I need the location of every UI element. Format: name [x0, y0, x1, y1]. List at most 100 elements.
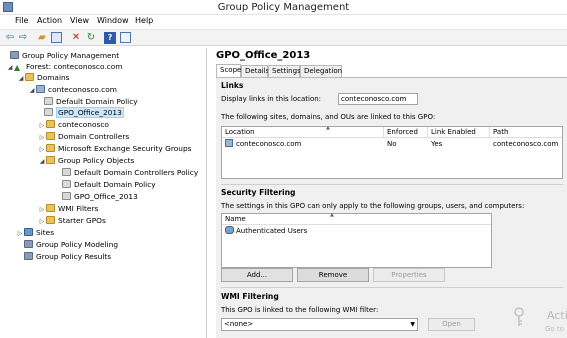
tab-settings[interactable]: Settings [268, 65, 301, 77]
tree-modeling[interactable]: Group Policy Modeling [24, 239, 118, 250]
folder-icon [46, 216, 55, 224]
collapse-icon[interactable]: ◢ [38, 156, 46, 167]
open-button[interactable]: Open [428, 318, 475, 331]
add-button[interactable]: Add... [221, 268, 293, 282]
expand-icon[interactable]: ▷ [38, 204, 46, 215]
modeling-icon [24, 240, 33, 248]
expand-icon[interactable]: ▷ [38, 144, 46, 155]
title-bar: Group Policy Management [0, 0, 567, 15]
section-divider [221, 184, 563, 185]
display-links-label: Display links in this location: [221, 95, 322, 103]
expand-icon[interactable]: ▷ [38, 132, 46, 143]
toolbar: ⇦ ⇨ ▰ ✕ ↻ ? [0, 29, 567, 46]
col-location[interactable]: Location [222, 127, 384, 138]
tree-domains[interactable]: ◢ Domains [17, 72, 70, 83]
tree-obj-ddp[interactable]: Default Domain Policy [62, 179, 156, 190]
console-tree-icon[interactable] [51, 32, 62, 43]
tree-root[interactable]: Group Policy Management [2, 50, 119, 61]
tab-scope[interactable]: Scope [216, 64, 241, 77]
activation-watermark-subtext: Go to [545, 325, 564, 333]
tree-ou-conteconosco[interactable]: ▷ conteconosco [38, 119, 109, 130]
back-icon[interactable]: ⇦ [4, 32, 16, 44]
security-filtering-text: The settings in this GPO can only apply … [221, 202, 525, 210]
ou-icon [46, 120, 55, 128]
tab-details[interactable]: Details [241, 65, 269, 77]
tree-sites[interactable]: ▷ Sites [16, 227, 54, 238]
col-link-enabled[interactable]: Link Enabled [428, 127, 490, 138]
collapse-icon[interactable]: ◢ [17, 73, 25, 84]
tree-default-domain-policy-link[interactable]: Default Domain Policy [44, 96, 138, 107]
menu-view[interactable]: View [70, 16, 89, 25]
list-item[interactable]: Authenticated Users [222, 226, 491, 236]
security-principal: Authenticated Users [236, 227, 308, 235]
tree-results[interactable]: Group Policy Results [24, 251, 111, 262]
gpo-icon [62, 168, 71, 176]
chevron-down-icon: ▼ [410, 321, 415, 328]
linked-locations-text: The following sites, domains, and OUs ar… [221, 113, 436, 121]
collapse-icon[interactable]: ◢ [28, 85, 36, 96]
details-pane: GPO_Office_2013 Scope Details Settings D… [214, 48, 567, 338]
sort-asc-icon: ▲ [326, 125, 330, 131]
collapse-icon[interactable]: ◢ [6, 62, 14, 73]
section-divider [221, 287, 563, 288]
menu-bar: File Action View Window Help [0, 15, 567, 29]
domain-icon [36, 85, 45, 93]
wmi-filter-select[interactable]: <none> ▼ [221, 318, 418, 331]
cell-link-enabled: Yes [431, 140, 443, 148]
ou-icon [46, 132, 55, 140]
links-heading: Links [221, 81, 244, 90]
display-links-field[interactable]: conteconosco.com [338, 93, 418, 105]
tree-gpo-objects[interactable]: ◢ Group Policy Objects [38, 155, 134, 166]
properties-icon[interactable] [120, 32, 131, 43]
gpo-icon [62, 192, 71, 200]
wmi-filtering-heading: WMI Filtering [221, 292, 279, 301]
cell-enforced: No [387, 140, 397, 148]
key-icon [514, 307, 524, 326]
tree-obj-ddcp[interactable]: Default Domain Controllers Policy [62, 167, 198, 178]
domain-icon [225, 139, 233, 147]
scope-tab-content: Links Display links in this location: co… [216, 77, 567, 338]
tree-domain-controllers[interactable]: ▷ Domain Controllers [38, 131, 129, 142]
cell-path: conteconosco.com [493, 140, 559, 148]
tab-delegation[interactable]: Delegation [300, 65, 342, 77]
menu-action[interactable]: Action [37, 16, 62, 25]
folder-icon [46, 204, 55, 212]
expand-icon[interactable]: ▷ [38, 216, 46, 227]
activation-watermark: Acti [547, 309, 567, 322]
console-tree: Group Policy Management ◢ ▲ Forest: contec… [0, 48, 207, 338]
col-name[interactable]: Name [222, 214, 491, 225]
gpm-icon [10, 51, 19, 59]
wmi-filtering-text: This GPO is linked to the following WMI … [221, 306, 379, 314]
tree-domain[interactable]: ◢ conteconosco.com [28, 84, 117, 95]
remove-button[interactable]: Remove [297, 268, 369, 282]
sort-asc-icon: ▲ [330, 212, 334, 218]
table-row[interactable]: conteconosco.com No Yes conteconosco.com [222, 139, 562, 149]
menu-help[interactable]: Help [135, 16, 153, 25]
ou-icon [46, 144, 55, 152]
tree-forest[interactable]: ◢ ▲ Forest: conteconosco.com [6, 61, 123, 73]
security-table: Name ▲ Authenticated Users [221, 212, 492, 268]
tree-starter-gpos[interactable]: ▷ Starter GPOs [38, 215, 106, 226]
window-title: Group Policy Management [217, 2, 350, 13]
wmi-filter-value: <none> [224, 320, 254, 328]
sites-icon [24, 228, 33, 236]
properties-button[interactable]: Properties [373, 268, 445, 282]
col-path[interactable]: Path [490, 127, 562, 138]
security-filtering-heading: Security Filtering [221, 188, 296, 197]
expand-icon[interactable]: ▷ [16, 228, 24, 239]
tree-wmi-filters[interactable]: ▷ WMI Filters [38, 203, 98, 214]
refresh-icon[interactable]: ↻ [85, 32, 97, 44]
tree-mes-groups[interactable]: ▷ Microsoft Exchange Security Groups [38, 143, 192, 154]
expand-icon[interactable]: ▷ [38, 120, 46, 131]
col-enforced[interactable]: Enforced [384, 127, 428, 138]
menu-window[interactable]: Window [97, 16, 129, 25]
tree-obj-gpo-office[interactable]: GPO_Office_2013 [62, 191, 138, 202]
delete-icon[interactable]: ✕ [70, 32, 82, 44]
help-icon[interactable]: ? [104, 32, 116, 44]
forward-icon[interactable]: ⇨ [17, 32, 29, 44]
menu-file[interactable]: File [15, 16, 28, 25]
tree-gpo-office-link[interactable]: GPO_Office_2013 [44, 107, 124, 118]
folder-icon [25, 73, 34, 81]
users-icon [225, 226, 234, 234]
up-folder-icon[interactable]: ▰ [36, 32, 48, 44]
